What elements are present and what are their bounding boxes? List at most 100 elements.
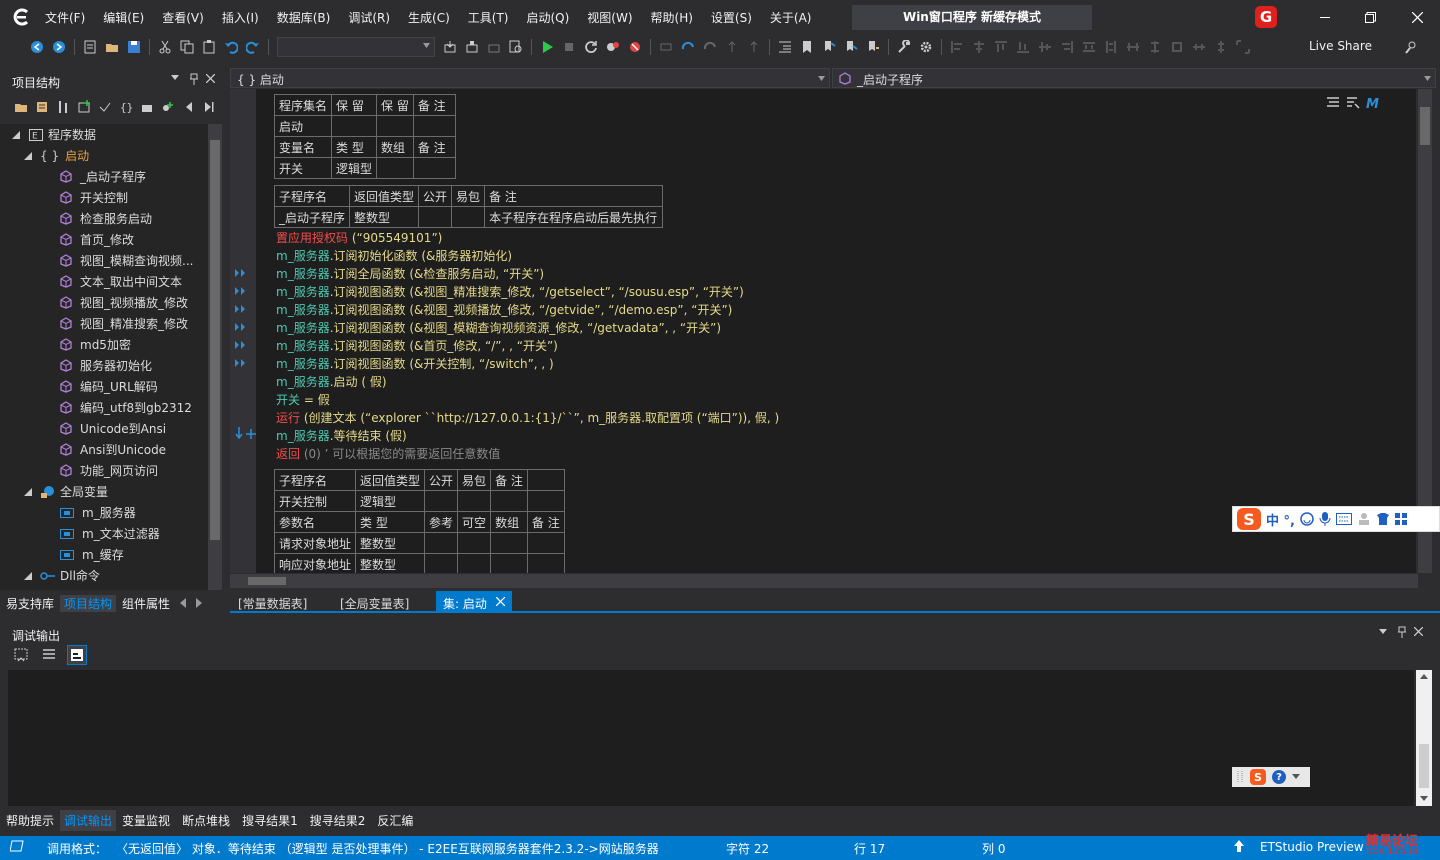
same-height-icon[interactable] <box>1146 38 1164 56</box>
undo-icon[interactable] <box>222 38 240 56</box>
sort-icon[interactable] <box>54 98 71 116</box>
code-line[interactable]: 返回 (0) ’ 可以根据您的需要返回任意数值 <box>276 445 500 463</box>
menu-insert[interactable]: 插入(I) <box>213 9 268 26</box>
table-cell[interactable] <box>412 157 456 179</box>
table-cell[interactable]: 整数型 <box>355 532 426 554</box>
tree-item-sub[interactable]: 首页_修改 <box>0 229 210 250</box>
code-line[interactable]: m_服务器.订阅视图函数 (&首页_修改, “/”, , “开关”) <box>276 337 558 355</box>
align-bottom-icon[interactable] <box>1014 38 1032 56</box>
save-icon[interactable] <box>125 38 143 56</box>
tree-item-sub[interactable]: 视图_精准搜索_修改 <box>0 313 210 334</box>
forward-icon[interactable] <box>50 38 68 56</box>
close-icon[interactable] <box>496 597 505 606</box>
code-line[interactable]: 开关 = 假 <box>276 391 330 409</box>
tree-item-sub[interactable]: Ansi到Unicode <box>0 439 210 460</box>
tree-item-sub[interactable]: 功能_网页访问 <box>0 460 210 481</box>
table-cell[interactable]: _启动子程序 <box>273 206 351 228</box>
open-folder-icon[interactable] <box>12 98 29 116</box>
table-cell[interactable]: 逻辑型 <box>355 490 426 512</box>
code-line[interactable]: m_服务器.订阅视图函数 (&视图_视频播放_修改, “/getvide”, “… <box>276 301 732 319</box>
editor-hscrollbar[interactable] <box>230 574 1418 588</box>
tab-disassembly[interactable]: 反汇编 <box>371 812 419 829</box>
maximize-button[interactable] <box>1355 6 1385 28</box>
scroll-down-icon[interactable] <box>1420 796 1428 801</box>
table-cell[interactable]: 开关 <box>273 157 333 179</box>
close-button[interactable] <box>1402 6 1432 28</box>
nav-combo-right[interactable]: _启动子程序 <box>832 68 1436 88</box>
step-up-icon[interactable] <box>723 38 741 56</box>
code-line[interactable]: m_服务器.订阅初始化函数 (&服务器初始化) <box>276 247 512 265</box>
ime-mode-label[interactable]: 中 °, <box>1266 510 1295 529</box>
user-icon[interactable] <box>1357 512 1371 526</box>
minimize-button[interactable] <box>1310 6 1340 28</box>
cut-icon[interactable] <box>156 38 174 56</box>
gear-icon[interactable] <box>917 38 935 56</box>
scrollbar-thumb[interactable] <box>1420 107 1430 145</box>
sogou-logo-icon[interactable]: S <box>1237 508 1261 530</box>
table-cell[interactable]: 整数型 <box>355 553 426 573</box>
redo-icon[interactable] <box>244 38 262 56</box>
align-left-icon[interactable] <box>948 38 966 56</box>
menu-about[interactable]: 关于(A) <box>761 9 821 26</box>
scroll-up-icon[interactable] <box>1420 674 1428 679</box>
align-middle-icon[interactable] <box>1036 38 1054 56</box>
tab-globals[interactable]: [全局变量表] <box>340 595 409 612</box>
tree-item-sub[interactable]: 视图_视频播放_修改 <box>0 292 210 313</box>
table-cell[interactable]: 本子程序在程序启动后最先执行 <box>484 206 664 228</box>
expand-arrow-icon[interactable] <box>24 571 36 580</box>
tab-search2[interactable]: 搜寻结果2 <box>304 812 372 829</box>
list-icon[interactable] <box>40 646 58 664</box>
menu-view[interactable]: 查看(V) <box>153 9 213 26</box>
tab-search1[interactable]: 搜寻结果1 <box>236 812 304 829</box>
table-cell[interactable] <box>418 206 453 228</box>
publish-icon[interactable] <box>485 38 503 56</box>
scrollbar-thumb[interactable] <box>248 577 286 585</box>
tab-constants[interactable]: [常量数据表] <box>238 595 307 612</box>
table-cell[interactable] <box>376 115 414 137</box>
tree-root[interactable]: E 程序数据 <box>0 124 210 145</box>
code-line[interactable]: m_服务器.订阅全局函数 (&检查服务启动, “开关”) <box>276 265 544 283</box>
keyboard-icon[interactable] <box>1335 513 1352 525</box>
output-vscrollbar[interactable] <box>1416 670 1432 806</box>
caret-right-icon[interactable] <box>196 598 203 608</box>
pin-icon[interactable] <box>1397 626 1407 638</box>
center-v-icon[interactable] <box>1212 38 1230 56</box>
add-set-icon[interactable] <box>75 98 92 116</box>
tree-item-sub[interactable]: 检查服务启动 <box>0 208 210 229</box>
tree-item-global[interactable]: m_文本过滤器 <box>0 523 210 544</box>
tree-item-sub[interactable]: 视图_模糊查询视频... <box>0 250 210 271</box>
tab-component-props[interactable]: 组件属性 <box>116 595 176 612</box>
same-size-icon[interactable] <box>1168 38 1186 56</box>
format-icon[interactable] <box>1326 96 1340 110</box>
expand-arrow-icon[interactable] <box>24 487 36 496</box>
chevron-down-icon[interactable] <box>171 75 179 81</box>
output-text-area[interactable] <box>8 670 1414 806</box>
bookmark-clear-icon[interactable] <box>864 38 882 56</box>
table-cell[interactable]: 开关控制 <box>273 490 357 512</box>
table-cell[interactable] <box>331 115 378 137</box>
menu-help[interactable]: 帮助(H) <box>642 9 702 26</box>
table-cell[interactable]: 启动 <box>273 115 333 137</box>
editor-vscrollbar[interactable] <box>1418 89 1432 573</box>
code-line[interactable]: 置应用授权码 (“905549101”) <box>276 229 442 247</box>
menu-tools[interactable]: 工具(T) <box>459 9 518 26</box>
tree-item-dll[interactable]: Dll命令 <box>0 565 210 586</box>
caret-right-icon[interactable] <box>201 98 218 116</box>
caret-left-icon[interactable] <box>180 98 197 116</box>
microphone-icon[interactable] <box>1319 512 1331 526</box>
tree-item-sub[interactable]: 服务器初始化 <box>0 355 210 376</box>
code-line[interactable]: m_服务器.订阅视图函数 (&开关控制, “/switch”, , ) <box>276 355 554 373</box>
code-line[interactable]: m_服务器.启动 ( 假) <box>276 373 387 391</box>
tree-item-sub[interactable]: Unicode到Ansi <box>0 418 210 439</box>
account-icon[interactable] <box>1402 38 1420 56</box>
close-icon[interactable] <box>206 74 215 83</box>
table-cell[interactable]: 逻辑型 <box>331 157 378 179</box>
bookmark-next-icon[interactable] <box>820 38 838 56</box>
tab-debug-output[interactable]: 调试输出 <box>60 809 117 831</box>
restart-icon[interactable] <box>582 38 600 56</box>
align-center-icon[interactable] <box>970 38 988 56</box>
word-wrap-icon[interactable] <box>67 645 87 665</box>
tab-startup[interactable]: 集: 启动 <box>436 591 512 613</box>
distribute-h-icon[interactable] <box>1080 38 1098 56</box>
close-icon[interactable] <box>1414 627 1423 636</box>
